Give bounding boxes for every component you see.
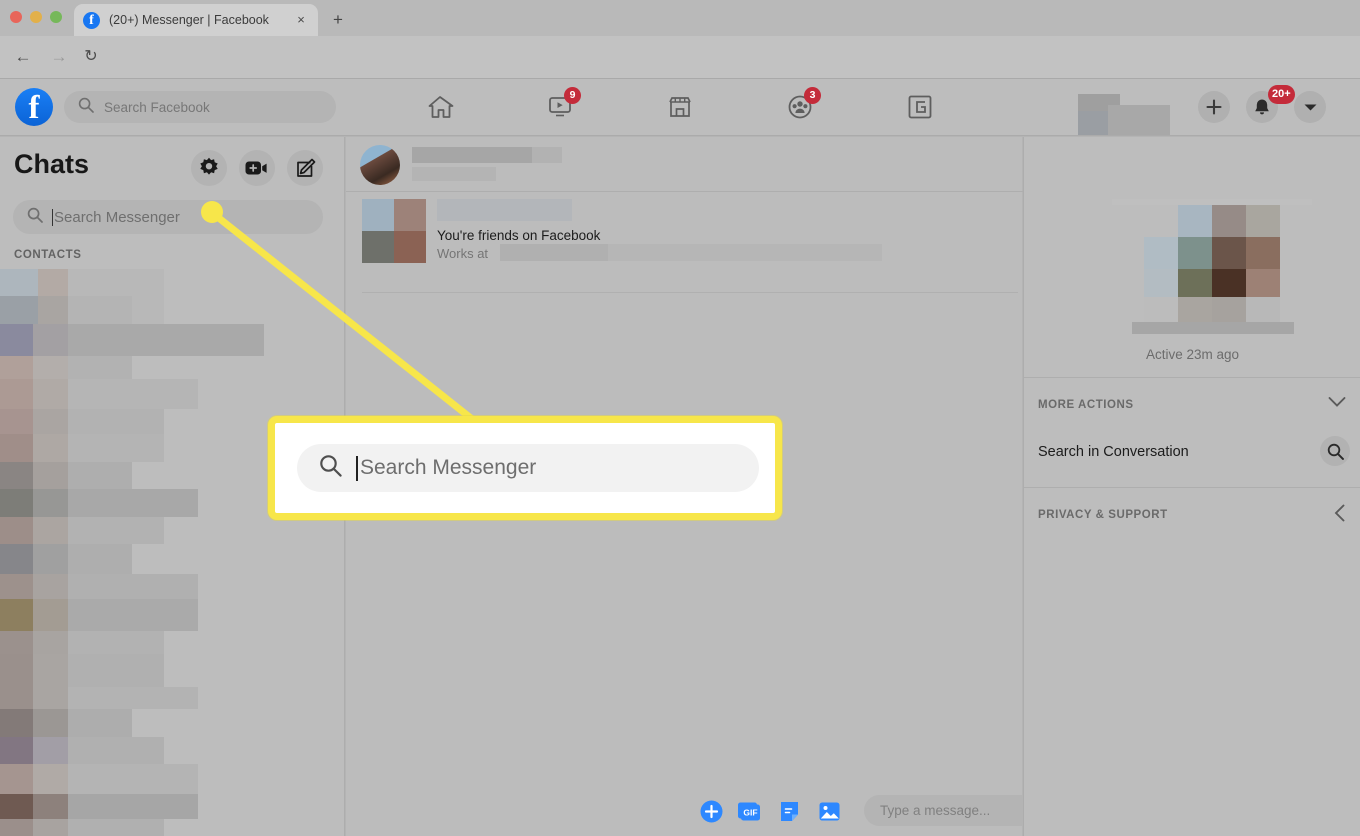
settings-gear-icon[interactable]: [191, 150, 227, 186]
browser-tab-strip: f (20+) Messenger | Facebook × +: [0, 0, 1360, 36]
intro-divider: [362, 292, 1018, 293]
facebook-logo-icon[interactable]: f: [15, 88, 53, 126]
close-tab-icon[interactable]: ×: [293, 12, 309, 28]
contacts-list: [0, 269, 344, 836]
search-icon: [319, 454, 342, 482]
conversation-details-panel: Active 23m ago MORE ACTIONS Search in Co…: [1023, 137, 1360, 836]
intro-employer-redacted: [500, 244, 608, 261]
section-header-privacy-support: PRIVACY & SUPPORT: [1038, 509, 1168, 521]
list-item[interactable]: [0, 544, 344, 599]
svg-text:GIF: GIF: [743, 807, 757, 817]
nav-marketplace[interactable]: [652, 87, 708, 127]
message-input-placeholder: Type a message...: [880, 803, 991, 818]
minimize-window-button[interactable]: [30, 11, 42, 23]
intro-photo-redacted: [362, 199, 426, 263]
notifications-badge: 20+: [1268, 85, 1295, 104]
search-icon: [27, 207, 43, 228]
compose-new-message-icon[interactable]: [287, 150, 323, 186]
contact-status-redacted: [412, 167, 496, 181]
list-item[interactable]: [0, 654, 344, 709]
close-window-button[interactable]: [10, 11, 22, 23]
browser-tab[interactable]: f (20+) Messenger | Facebook ×: [74, 4, 318, 36]
callout-search-placeholder: Search Messenger: [360, 456, 537, 479]
panel-divider-1: [1024, 377, 1360, 378]
section-header-more-actions: MORE ACTIONS: [1038, 399, 1134, 411]
chevron-left-icon[interactable]: [1334, 504, 1346, 527]
browser-tab-title: (20+) Messenger | Facebook: [109, 13, 269, 27]
contact-name-redacted: [412, 147, 532, 163]
new-video-room-icon[interactable]: [239, 150, 275, 186]
notifications-button[interactable]: 20+: [1246, 85, 1295, 123]
facebook-search-placeholder: Search Facebook: [104, 99, 210, 115]
profile-name-redacted-2: [1078, 111, 1108, 135]
reload-button[interactable]: ↻: [80, 46, 102, 68]
intro-employer-redacted-2: [608, 244, 882, 261]
page-title: Chats: [14, 149, 90, 179]
screenshot-root: f (20+) Messenger | Facebook × + ← → ↻ f…: [0, 0, 1360, 836]
nav-home[interactable]: [412, 87, 468, 127]
text-cursor: [356, 455, 358, 481]
list-item[interactable]: [0, 709, 344, 764]
list-item[interactable]: [0, 599, 344, 654]
callout-highlight-box: Search Messenger: [268, 416, 782, 520]
window-traffic-lights: [10, 11, 62, 23]
contacts-section-header: CONTACTS: [14, 249, 82, 261]
forward-button[interactable]: →: [48, 46, 70, 68]
gif-icon[interactable]: GIF: [737, 799, 761, 823]
intro-works-at-label: Works at: [437, 246, 489, 261]
facebook-main-nav: 9 3: [380, 79, 1040, 136]
watch-badge: 9: [564, 87, 581, 104]
list-item[interactable]: [0, 269, 344, 324]
facebook-favicon-icon: f: [83, 11, 100, 29]
search-messenger-input[interactable]: Search Messenger: [13, 200, 323, 234]
profile-photo-redacted: [1112, 199, 1312, 334]
search-icon: [78, 97, 94, 118]
search-messenger-placeholder: Search Messenger: [54, 208, 180, 226]
add-attachment-icon[interactable]: [699, 799, 723, 823]
maximize-window-button[interactable]: [50, 11, 62, 23]
callout-search-messenger-field[interactable]: Search Messenger: [297, 444, 759, 492]
sticker-icon[interactable]: [777, 799, 801, 823]
browser-toolbar: ← → ↻ facebook.com/messages/t/grunburg N…: [0, 36, 1360, 106]
list-item[interactable]: [0, 324, 344, 379]
contact-name-redacted-2: [532, 147, 562, 163]
nav-gaming[interactable]: [892, 87, 948, 127]
intro-friends-text: You're friends on Facebook: [437, 228, 601, 243]
nav-watch[interactable]: 9: [532, 87, 588, 127]
facebook-header-right: 20+: [1070, 79, 1360, 136]
profile-name-redacted-3: [1108, 105, 1170, 135]
avatar[interactable]: [360, 145, 400, 185]
photo-icon[interactable]: [817, 799, 841, 823]
panel-divider-2: [1024, 487, 1360, 488]
chevron-down-icon[interactable]: [1328, 395, 1346, 413]
text-cursor: [52, 208, 53, 226]
active-status: Active 23m ago: [1145, 347, 1240, 362]
create-button[interactable]: [1198, 91, 1230, 123]
intro-name-redacted: [437, 199, 572, 221]
new-tab-button[interactable]: +: [328, 10, 348, 30]
nav-groups[interactable]: 3: [772, 87, 828, 127]
groups-badge: 3: [804, 87, 821, 104]
search-in-conversation-label[interactable]: Search in Conversation: [1038, 444, 1189, 460]
back-button[interactable]: ←: [12, 46, 34, 68]
search-icon[interactable]: [1320, 436, 1350, 466]
list-item[interactable]: [0, 764, 344, 819]
list-item[interactable]: [0, 819, 344, 836]
account-menu-button[interactable]: [1294, 91, 1326, 123]
facebook-search-input[interactable]: Search Facebook: [64, 91, 336, 123]
